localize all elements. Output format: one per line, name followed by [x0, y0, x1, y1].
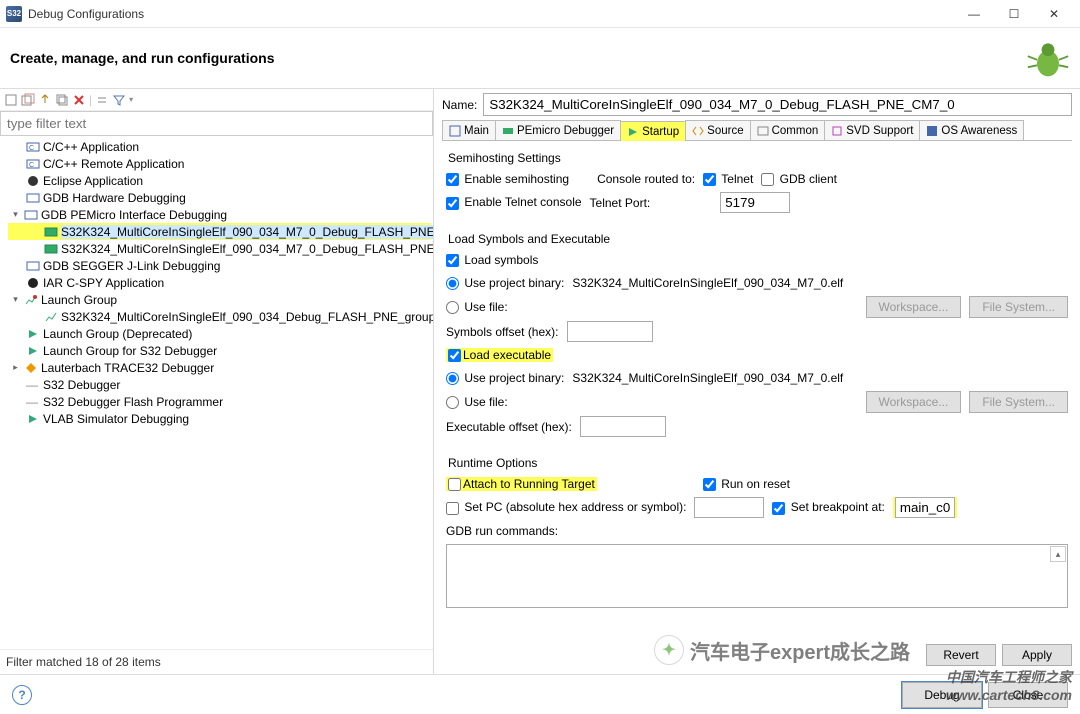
right-pane: Name: Main PEmicro Debugger Startup Sour… [434, 89, 1080, 674]
tree-item[interactable]: Launch Group for S32 Debugger [8, 342, 431, 359]
symbols-offset-input[interactable] [567, 321, 653, 342]
load-executable-checkbox[interactable]: Load executable [446, 348, 553, 362]
project-binary-name-1: S32K324_MultiCoreInSingleElf_090_034_M7_… [572, 276, 843, 290]
tab-pemicro-debugger[interactable]: PEmicro Debugger [495, 120, 621, 140]
tree-item[interactable]: VLAB Simulator Debugging [8, 410, 431, 427]
symbols-offset-label: Symbols offset (hex): [446, 325, 559, 339]
tab-bar: Main PEmicro Debugger Startup Source Com… [442, 120, 1072, 141]
tree-item[interactable]: GDB Hardware Debugging [8, 189, 431, 206]
tree-item[interactable]: —S32 Debugger Flash Programmer [8, 393, 431, 410]
semihosting-title: Semihosting Settings [448, 151, 1068, 165]
set-breakpoint-checkbox[interactable]: Set breakpoint at: [772, 500, 884, 514]
tab-source[interactable]: Source [685, 120, 750, 140]
telnet-port-label: Telnet Port: [590, 196, 651, 210]
file-system-button-1[interactable]: File System... [969, 296, 1068, 318]
gdb-run-commands-label: GDB run commands: [446, 524, 558, 538]
attach-to-running-target-checkbox[interactable]: Attach to Running Target [446, 477, 597, 491]
name-label: Name: [442, 98, 477, 112]
dialog-title: Create, manage, and run configurations [10, 50, 1026, 66]
tab-common[interactable]: Common [750, 120, 826, 140]
tree-item[interactable]: GDB SEGGER J-Link Debugging [8, 257, 431, 274]
revert-button[interactable]: Revert [926, 644, 996, 666]
gdb-run-commands-textarea[interactable] [446, 544, 1068, 608]
tab-os-awareness[interactable]: OS Awareness [919, 120, 1024, 140]
run-on-reset-checkbox[interactable]: Run on reset [703, 477, 790, 491]
delete-icon[interactable] [72, 93, 86, 107]
tree-item[interactable]: ▸Lauterbach TRACE32 Debugger [8, 359, 431, 376]
enable-telnet-console-checkbox[interactable]: Enable Telnet console [446, 195, 582, 209]
runtime-title: Runtime Options [448, 456, 1068, 470]
left-toolbar: | ▾ [0, 89, 433, 111]
bug-icon [1026, 36, 1070, 80]
runtime-section: Runtime Options Attach to Running Target… [442, 452, 1072, 615]
load-title: Load Symbols and Executable [448, 232, 1068, 246]
tree-item[interactable]: CC/C++ Application [8, 138, 431, 155]
scroll-up-icon[interactable]: ▴ [1050, 546, 1066, 562]
tree-item[interactable]: ▾GDB PEMicro Interface Debugging [8, 206, 431, 223]
export-icon[interactable] [38, 93, 52, 107]
use-project-binary-radio-1[interactable]: Use project binary: [446, 276, 564, 290]
semihosting-section: Semihosting Settings Enable semihosting … [442, 147, 1072, 220]
executable-offset-label: Executable offset (hex): [446, 420, 572, 434]
maximize-button[interactable]: ☐ [994, 2, 1034, 26]
telnet-checkbox[interactable]: Telnet [703, 172, 753, 186]
use-file-radio-2[interactable]: Use file: [446, 395, 508, 409]
set-pc-checkbox[interactable]: Set PC (absolute hex address or symbol): [446, 500, 686, 514]
minimize-button[interactable]: — [954, 2, 994, 26]
breakpoint-input[interactable] [895, 497, 955, 518]
load-symbols-checkbox[interactable]: Load symbols [446, 253, 538, 267]
filter-icon[interactable] [112, 93, 126, 107]
left-pane: | ▾ CC/C++ Application CC/C++ Remote App… [0, 89, 434, 674]
tree-item[interactable]: Launch Group (Deprecated) [8, 325, 431, 342]
close-window-button[interactable]: ✕ [1034, 2, 1074, 26]
gdb-client-checkbox[interactable]: GDB client [761, 172, 837, 186]
title-bar: S32 Debug Configurations — ☐ ✕ [0, 0, 1080, 28]
svg-text:C: C [29, 162, 34, 169]
file-system-button-2[interactable]: File System... [969, 391, 1068, 413]
load-section: Load Symbols and Executable Load symbols… [442, 228, 1072, 444]
config-name-input[interactable] [483, 93, 1072, 116]
workspace-button-1[interactable]: Workspace... [866, 296, 962, 318]
watermark: ✦ 汽车电子expert成长之路 [654, 635, 910, 665]
watermark: 中国汽车工程师之家 [946, 667, 1072, 687]
tree-item[interactable]: Eclipse Application [8, 172, 431, 189]
tab-startup[interactable]: Startup [620, 121, 686, 141]
dialog-header: Create, manage, and run configurations [0, 28, 1080, 89]
bottom-bar: ? Debug Close [0, 674, 1080, 714]
tree-item-selected-config[interactable]: S32K324_MultiCoreInSingleElf_090_034_M7_… [8, 223, 431, 240]
telnet-port-input[interactable] [720, 192, 790, 213]
enable-semihosting-checkbox[interactable]: Enable semihosting [446, 172, 569, 186]
workspace-button-2[interactable]: Workspace... [866, 391, 962, 413]
collapse-icon[interactable] [95, 93, 109, 107]
set-pc-input[interactable] [694, 497, 764, 518]
console-routed-label: Console routed to: [597, 172, 695, 186]
tab-svd-support[interactable]: SVD Support [824, 120, 920, 140]
wechat-icon: ✦ [654, 635, 684, 665]
executable-offset-input[interactable] [580, 416, 666, 437]
apply-button[interactable]: Apply [1002, 644, 1072, 666]
tree-item[interactable]: ▾Launch Group [8, 291, 431, 308]
main-area: | ▾ CC/C++ Application CC/C++ Remote App… [0, 89, 1080, 674]
tree-item[interactable]: IAR C-SPY Application [8, 274, 431, 291]
use-project-binary-radio-2[interactable]: Use project binary: [446, 371, 564, 385]
svg-text:C: C [29, 145, 34, 152]
config-tree[interactable]: CC/C++ Application CC/C++ Remote Applica… [0, 136, 433, 649]
tree-item[interactable]: S32K324_MultiCoreInSingleElf_090_034_M7_… [8, 240, 431, 257]
app-icon: S32 [6, 6, 22, 22]
project-binary-name-2: S32K324_MultiCoreInSingleElf_090_034_M7_… [572, 371, 843, 385]
new-prototype-icon[interactable] [21, 93, 35, 107]
watermark: www.cartech8.com [946, 687, 1072, 703]
duplicate-icon[interactable] [55, 93, 69, 107]
tree-item[interactable]: —S32 Debugger [8, 376, 431, 393]
filter-status: Filter matched 18 of 28 items [0, 649, 433, 674]
use-file-radio-1[interactable]: Use file: [446, 300, 508, 314]
new-config-icon[interactable] [4, 93, 18, 107]
filter-input[interactable] [0, 111, 433, 136]
tree-item[interactable]: S32K324_MultiCoreInSingleElf_090_034_Deb… [8, 308, 431, 325]
help-icon[interactable]: ? [12, 685, 32, 705]
tab-main[interactable]: Main [442, 120, 496, 140]
window-title: Debug Configurations [28, 7, 954, 21]
tree-item[interactable]: CC/C++ Remote Application [8, 155, 431, 172]
